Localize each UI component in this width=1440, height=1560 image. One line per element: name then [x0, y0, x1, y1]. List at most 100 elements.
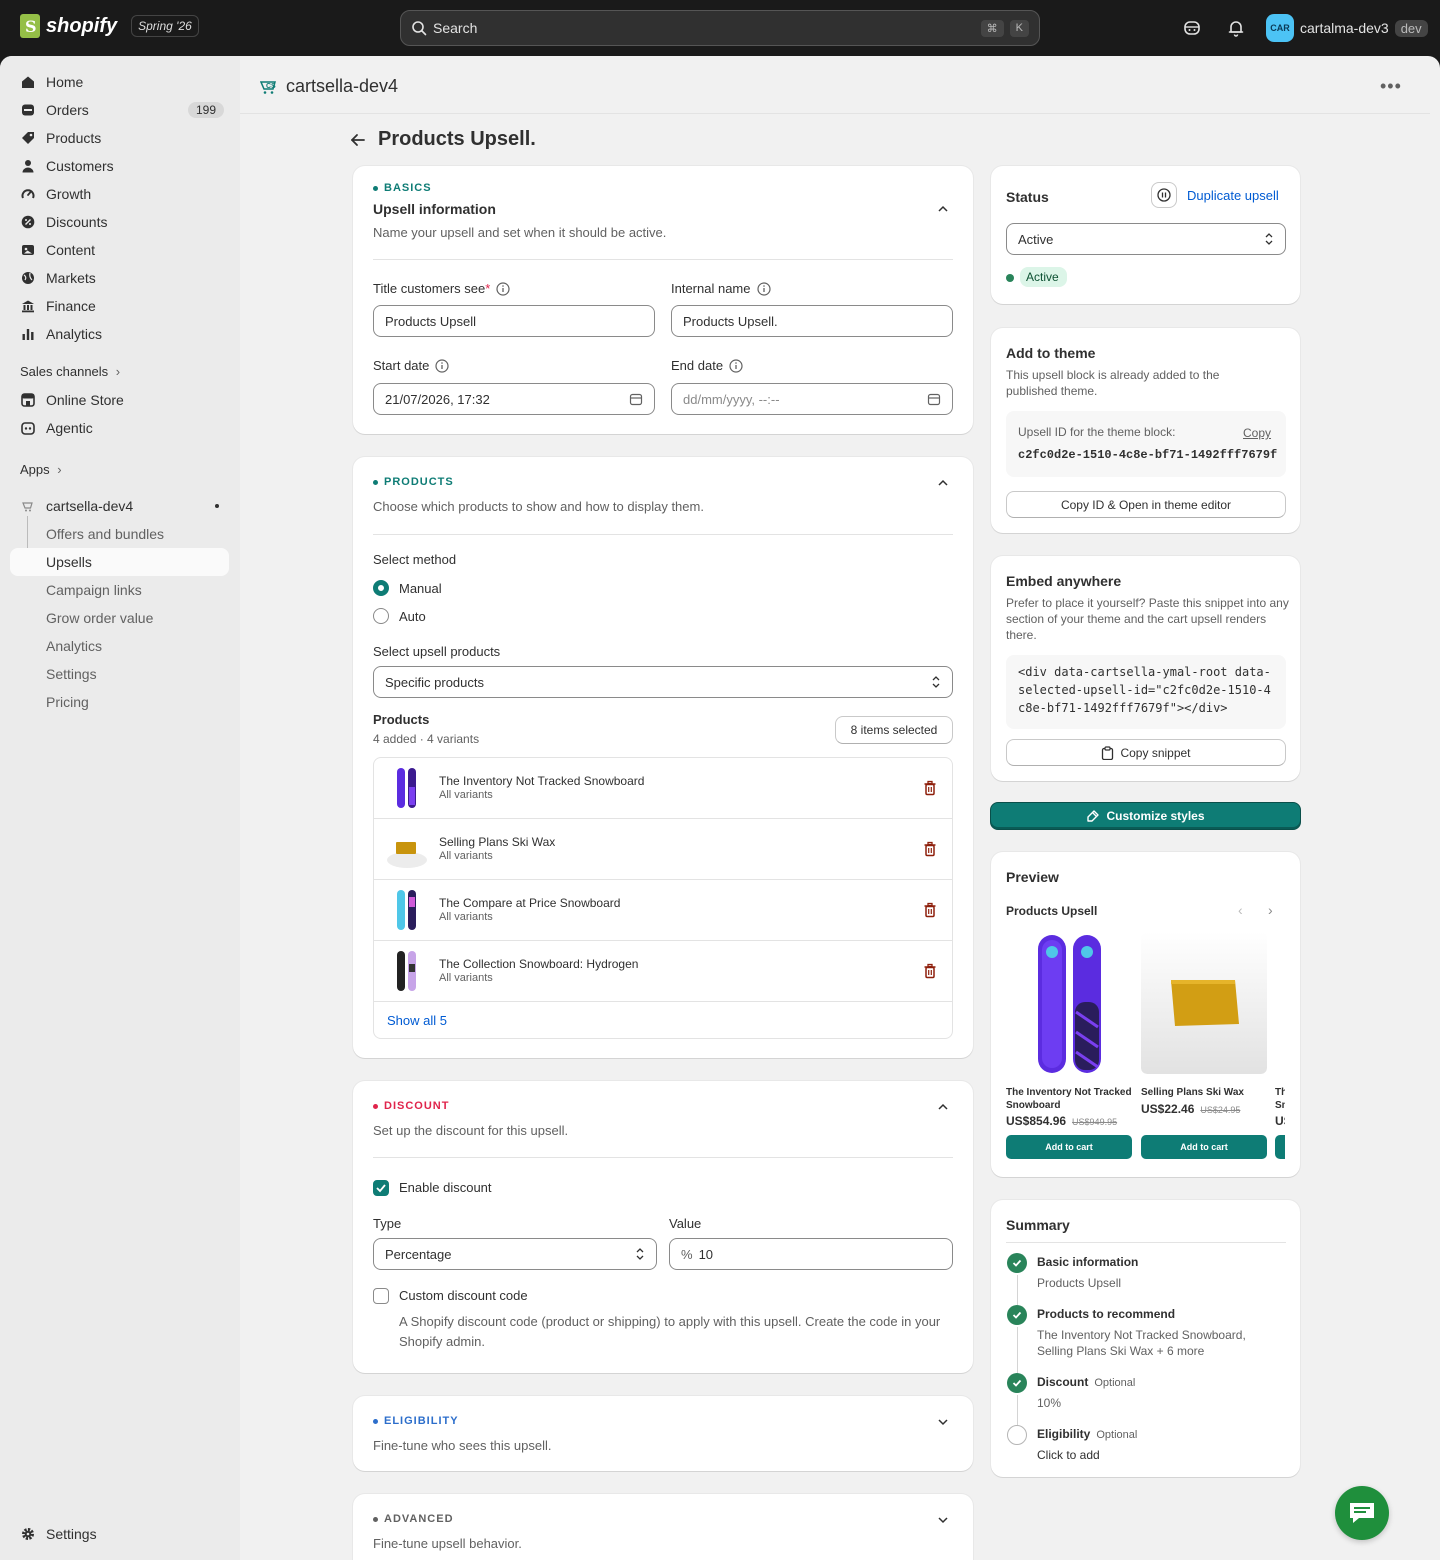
input-value: 21/07/2026, 17:32 — [385, 391, 490, 407]
calendar-icon[interactable] — [629, 392, 643, 406]
title-label: Title customers see* — [373, 281, 510, 296]
enable-discount-label: Enable discount — [399, 1180, 492, 1195]
sidebar-item-app[interactable]: cartsella-dev4 — [10, 492, 229, 520]
more-actions-icon[interactable]: ••• — [1380, 76, 1402, 97]
select-products-dropdown[interactable]: Specific products — [373, 666, 953, 698]
sidebar-sub-settings[interactable]: Settings — [10, 660, 229, 688]
trash-icon[interactable] — [922, 902, 938, 918]
advanced-card[interactable]: ADVANCED Fine-tune upsell behavior. — [353, 1494, 973, 1560]
method-manual-radio[interactable]: Manual — [373, 580, 442, 596]
robot-icon — [20, 420, 36, 436]
sidebar-item-home[interactable]: Home — [10, 68, 229, 96]
calendar-icon[interactable] — [927, 392, 941, 406]
sidebar-item-online-store[interactable]: Online Store — [10, 386, 229, 414]
apps-heading[interactable]: Apps › — [20, 462, 62, 477]
sales-channels-heading[interactable]: Sales channels › — [20, 364, 120, 379]
sidebar-item-content[interactable]: Content — [10, 236, 229, 264]
discount-value-input[interactable]: % 10 — [669, 1238, 953, 1270]
optional-tag: Optional — [1096, 1429, 1138, 1441]
sidebar-sub-pricing[interactable]: Pricing — [10, 688, 229, 716]
preview-add-to-cart-button[interactable] — [1275, 1135, 1285, 1159]
sidebar-item-label: Analytics — [46, 326, 103, 342]
sidebar-item-customers[interactable]: Customers — [10, 152, 229, 180]
trash-icon[interactable] — [922, 841, 938, 857]
embed-card: Embed anywhere Prefer to place it yourse… — [991, 556, 1300, 781]
custom-code-checkbox[interactable] — [373, 1288, 389, 1304]
sidebar-item-label: Growth — [46, 186, 92, 202]
trash-icon[interactable] — [922, 780, 938, 796]
pause-icon — [1157, 188, 1171, 202]
kbd-cmd: ⌘ — [980, 19, 1004, 37]
tag-text: ADVANCED — [384, 1513, 454, 1525]
preview-prev-icon[interactable]: ‹ — [1238, 902, 1243, 918]
preview-add-to-cart-button[interactable]: Add to cart — [1141, 1135, 1267, 1159]
show-all-link[interactable]: Show all 5 — [387, 1013, 447, 1028]
enable-discount-checkbox[interactable] — [373, 1180, 389, 1196]
chevron-up-icon[interactable] — [937, 477, 949, 489]
sidebar-sub-upsells[interactable]: Upsells — [10, 548, 229, 576]
product-row[interactable]: The Inventory Not Tracked Snowboard All … — [374, 758, 952, 819]
shopify-logo[interactable]: S shopify Spring '26 — [20, 14, 199, 38]
pause-button[interactable] — [1151, 182, 1177, 208]
copy-open-theme-editor-button[interactable]: Copy ID & Open in theme editor — [1006, 491, 1286, 518]
advanced-tag: ADVANCED — [373, 1513, 454, 1525]
chevron-down-icon[interactable] — [937, 1514, 949, 1526]
sidekick-icon[interactable] — [1182, 18, 1202, 38]
preview-next-icon[interactable]: › — [1268, 902, 1273, 918]
duplicate-upsell-link[interactable]: Duplicate upsell — [1187, 188, 1279, 203]
trash-icon[interactable] — [922, 963, 938, 979]
chevron-up-icon[interactable] — [937, 203, 949, 215]
input-value: 10 — [698, 1246, 714, 1262]
sidebar-item-label: Grow order value — [46, 610, 154, 626]
button-label: Copy snippet — [1120, 745, 1191, 760]
sidebar-sub-offers[interactable]: Offers and bundles — [10, 520, 229, 548]
sidebar-item-markets[interactable]: Markets — [10, 264, 229, 292]
copy-id-link[interactable]: Copy — [1243, 426, 1271, 440]
select-chevrons-icon — [636, 1248, 644, 1260]
sidebar-item-products[interactable]: Products — [10, 124, 229, 152]
back-arrow-icon[interactable] — [350, 132, 366, 148]
main-content: CS cartsella-dev4 ••• Products Upsell. B… — [240, 56, 1440, 1560]
discount-type-select[interactable]: Percentage — [373, 1238, 657, 1270]
discount-card: DISCOUNT Set up the discount for this up… — [353, 1081, 973, 1373]
info-icon[interactable] — [435, 358, 449, 373]
customize-styles-button[interactable]: Customize styles — [990, 802, 1301, 830]
copy-snippet-button[interactable]: Copy snippet — [1006, 739, 1286, 766]
method-auto-radio[interactable]: Auto — [373, 608, 426, 624]
divider — [1006, 1242, 1286, 1243]
items-selected-button[interactable]: 8 items selected — [835, 716, 953, 744]
embed-snippet[interactable]: <div data-cartsella-ymal-root data-selec… — [1006, 655, 1286, 729]
sidebar-item-growth[interactable]: Growth — [10, 180, 229, 208]
preview-add-to-cart-button[interactable]: Add to cart — [1006, 1135, 1132, 1159]
product-row[interactable]: Selling Plans Ski Wax All variants — [374, 819, 952, 880]
info-icon[interactable] — [496, 281, 510, 296]
chat-button[interactable] — [1335, 1486, 1389, 1540]
sidebar-item-agentic[interactable]: Agentic — [10, 414, 229, 442]
sidebar-item-analytics[interactable]: Analytics — [10, 320, 229, 348]
info-icon[interactable] — [729, 358, 743, 373]
sidebar-item-label: Home — [46, 74, 84, 90]
sidebar-sub-campaign-links[interactable]: Campaign links — [10, 576, 229, 604]
search-bar[interactable]: Search ⌘ K — [400, 10, 1040, 46]
gauge-icon — [20, 186, 36, 202]
internal-name-input[interactable]: Products Upsell. — [671, 305, 953, 337]
chevron-up-icon[interactable] — [937, 1101, 949, 1113]
shopify-bag-icon: S — [20, 14, 40, 38]
product-row[interactable]: The Compare at Price Snowboard All varia… — [374, 880, 952, 941]
account-menu[interactable]: CAR cartalma-dev3 dev — [1266, 14, 1428, 42]
eligibility-card[interactable]: ELIGIBILITY Fine-tune who sees this upse… — [353, 1396, 973, 1471]
bell-icon[interactable] — [1226, 18, 1246, 38]
sidebar-item-discounts[interactable]: Discounts — [10, 208, 229, 236]
product-row[interactable]: The Collection Snowboard: Hydrogen All v… — [374, 941, 952, 1002]
info-icon[interactable] — [756, 281, 771, 296]
status-select[interactable]: Active — [1006, 223, 1286, 255]
sidebar-sub-grow-order-value[interactable]: Grow order value — [10, 604, 229, 632]
sidebar-item-settings[interactable]: Settings — [10, 1520, 229, 1548]
end-date-input[interactable]: dd/mm/yyyy, --:-- — [671, 383, 953, 415]
chevron-down-icon[interactable] — [937, 1416, 949, 1428]
sidebar-sub-analytics[interactable]: Analytics — [10, 632, 229, 660]
title-input[interactable]: Products Upsell — [373, 305, 655, 337]
sidebar-item-orders[interactable]: Orders 199 — [10, 96, 229, 124]
start-date-input[interactable]: 21/07/2026, 17:32 — [373, 383, 655, 415]
sidebar-item-finance[interactable]: Finance — [10, 292, 229, 320]
